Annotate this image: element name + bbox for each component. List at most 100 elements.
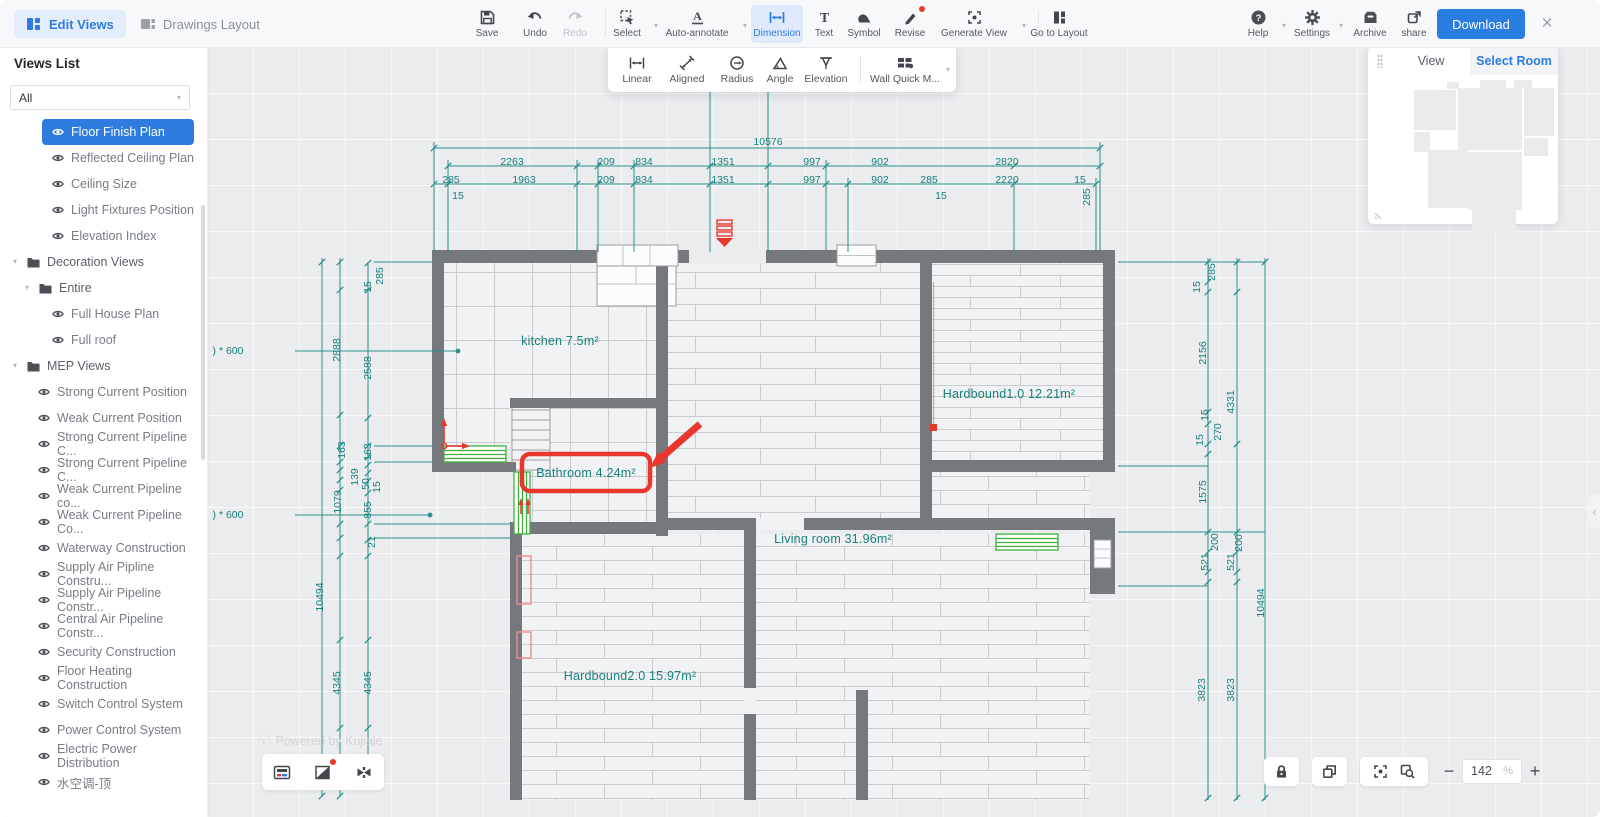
resize-handle-icon[interactable] xyxy=(1373,205,1387,219)
eye-icon[interactable] xyxy=(38,776,50,788)
minimap[interactable] xyxy=(1368,75,1558,224)
eye-icon[interactable] xyxy=(38,438,50,450)
settings-button[interactable]: Settings ▾ xyxy=(1287,5,1337,43)
eye-icon[interactable] xyxy=(52,230,64,242)
sidebar-item-supply-air-pipline-constru[interactable]: Supply Air Pipline Constru... xyxy=(28,561,202,587)
zoom-out-button[interactable]: − xyxy=(1436,757,1462,786)
archive-button[interactable]: Archive xyxy=(1346,5,1394,43)
chevron-down-icon[interactable]: ▾ xyxy=(1282,22,1286,30)
fit-view-icon[interactable] xyxy=(1372,763,1389,780)
wall-quick-button[interactable]: Wall Quick M... xyxy=(866,51,944,89)
sidebar-item-elevation-index[interactable]: Elevation Index xyxy=(42,223,202,249)
duplicate-button[interactable] xyxy=(1312,757,1347,786)
eye-icon[interactable] xyxy=(38,386,50,398)
aligned-button[interactable]: Aligned xyxy=(662,51,712,89)
eye-icon[interactable] xyxy=(38,698,50,710)
download-button[interactable]: Download xyxy=(1437,9,1525,39)
eye-icon[interactable] xyxy=(52,334,64,346)
chevron-down-icon[interactable]: ▾ xyxy=(1339,22,1343,30)
chevron-down-icon[interactable]: ▾ xyxy=(743,22,747,30)
background-fill-button[interactable] xyxy=(311,760,335,784)
sidebar-item-full-roof[interactable]: Full roof xyxy=(42,327,202,353)
eye-icon[interactable] xyxy=(38,516,50,528)
eye-icon[interactable] xyxy=(38,412,50,424)
sidebar-item-strong-current-position[interactable]: Strong Current Position xyxy=(28,379,202,405)
room-label-hardbound2[interactable]: Hardbound2.0 15.97m² xyxy=(564,669,697,683)
eye-icon[interactable] xyxy=(52,204,64,216)
auto-annotate-button[interactable]: A Auto-annotate ▾ xyxy=(653,5,741,43)
eye-icon[interactable] xyxy=(52,152,64,164)
sidebar-item-full-house-plan[interactable]: Full House Plan xyxy=(42,301,202,327)
text-button[interactable]: T Text xyxy=(804,5,844,43)
sidebar-item-supply-air-pipeline-constr[interactable]: Supply Air Pipeline Constr... xyxy=(28,587,202,613)
share-button[interactable]: share xyxy=(1392,5,1436,43)
sidebar-item-strong-current-pipeline-c[interactable]: Strong Current Pipeline C... xyxy=(28,457,202,483)
eye-icon[interactable] xyxy=(38,646,50,658)
sidebar-item-central-air-pipeline-constr[interactable]: Central Air Pipeline Constr... xyxy=(28,613,202,639)
sidebar-item-ceiling-size[interactable]: Ceiling Size xyxy=(42,171,202,197)
drag-handle-icon[interactable] xyxy=(1377,54,1383,68)
eye-icon[interactable] xyxy=(38,750,50,762)
sidebar-item-waterway-construction[interactable]: Waterway Construction xyxy=(28,535,202,561)
sidebar-item-mep-views[interactable]: ▾MEP Views xyxy=(0,353,202,379)
zoom-in-button[interactable]: + xyxy=(1522,757,1548,786)
select-button[interactable]: Select ▾ xyxy=(602,5,652,43)
sidebar-item-power-control-system[interactable]: Power Control System xyxy=(28,717,202,743)
revise-button[interactable]: Revise xyxy=(887,5,933,43)
zoom-region-icon[interactable] xyxy=(1399,763,1416,780)
linear-button[interactable]: Linear xyxy=(614,51,660,89)
room-label-bathroom[interactable]: Bathroom 4.24m² xyxy=(536,466,636,480)
close-icon[interactable]: × xyxy=(1534,12,1560,36)
eye-icon[interactable] xyxy=(52,178,64,190)
chevron-down-icon[interactable]: ▾ xyxy=(946,66,950,74)
tab-edit-views[interactable]: Edit Views xyxy=(14,10,126,38)
eye-icon[interactable] xyxy=(38,464,50,476)
eye-icon[interactable] xyxy=(38,542,50,554)
eye-icon[interactable] xyxy=(52,126,64,138)
room-label-hardbound1[interactable]: Hardbound1.0 12.21m² xyxy=(943,387,1076,401)
tab-view[interactable]: View xyxy=(1396,46,1466,75)
eye-icon[interactable] xyxy=(38,490,50,502)
save-button[interactable]: Save xyxy=(465,5,509,43)
tab-select-room[interactable]: Select Room xyxy=(1470,46,1558,75)
redo-button[interactable]: Redo xyxy=(553,5,597,43)
undo-button[interactable]: Undo xyxy=(513,5,557,43)
sidebar-item-floor-heating-construction[interactable]: Floor Heating Construction xyxy=(28,665,202,691)
sidebar-item-item[interactable]: 水空调-顶 xyxy=(28,769,202,795)
sidebar-scrollbar[interactable] xyxy=(201,205,205,460)
sidebar-item-reflected-ceiling-plan[interactable]: Reflected Ceiling Plan xyxy=(42,145,202,171)
help-button[interactable]: ? Help ▾ xyxy=(1236,5,1280,43)
connection-button[interactable] xyxy=(352,760,376,784)
radius-button[interactable]: Radius xyxy=(714,51,760,89)
go-to-layout-button[interactable]: Go to Layout xyxy=(1014,5,1104,43)
sidebar-item-switch-control-system[interactable]: Switch Control System xyxy=(28,691,202,717)
sidebar-item-strong-current-pipeline-c[interactable]: Strong Current Pipeline C... xyxy=(28,431,202,457)
collapse-panel-icon[interactable]: ‹ xyxy=(1589,494,1600,528)
room-label-living[interactable]: Living room 31.96m² xyxy=(774,532,892,546)
sidebar-item-floor-finish-plan[interactable]: Floor Finish Plan xyxy=(42,119,194,145)
eye-icon[interactable] xyxy=(38,724,50,736)
generate-view-button[interactable]: Generate View ▾ xyxy=(928,5,1020,43)
sidebar-item-entire[interactable]: ▾Entire xyxy=(0,275,202,301)
eye-icon[interactable] xyxy=(38,620,50,632)
angle-button[interactable]: Angle xyxy=(759,51,801,89)
chevron-down-icon[interactable]: ▾ xyxy=(22,284,32,292)
sidebar-item-weak-current-pipeline-co[interactable]: Weak Current Pipeline co... xyxy=(28,483,202,509)
zoom-value[interactable]: 142 xyxy=(1471,764,1492,778)
views-filter-select[interactable]: All ▾ xyxy=(10,85,190,110)
tab-drawings-layout[interactable]: Drawings Layout xyxy=(128,10,272,38)
sidebar-item-light-fixtures-position[interactable]: Light Fixtures Position xyxy=(42,197,202,223)
eye-icon[interactable] xyxy=(38,594,50,606)
chevron-down-icon[interactable]: ▾ xyxy=(10,362,20,370)
elevation-button[interactable]: Elevation xyxy=(798,51,854,89)
room-label-kitchen[interactable]: kitchen 7.5m² xyxy=(521,334,599,348)
lock-button[interactable] xyxy=(1264,757,1299,786)
legend-card-button[interactable] xyxy=(270,760,294,784)
eye-icon[interactable] xyxy=(38,672,50,684)
eye-icon[interactable] xyxy=(52,308,64,320)
sidebar-item-weak-current-pipeline-co[interactable]: Weak Current Pipeline Co... xyxy=(28,509,202,535)
symbol-button[interactable]: Symbol xyxy=(840,5,888,43)
sidebar-item-decoration-views[interactable]: ▾Decoration Views xyxy=(0,249,202,275)
zoom-level-input[interactable]: 142 % xyxy=(1462,759,1522,784)
dimension-button[interactable]: Dimension xyxy=(751,5,803,43)
